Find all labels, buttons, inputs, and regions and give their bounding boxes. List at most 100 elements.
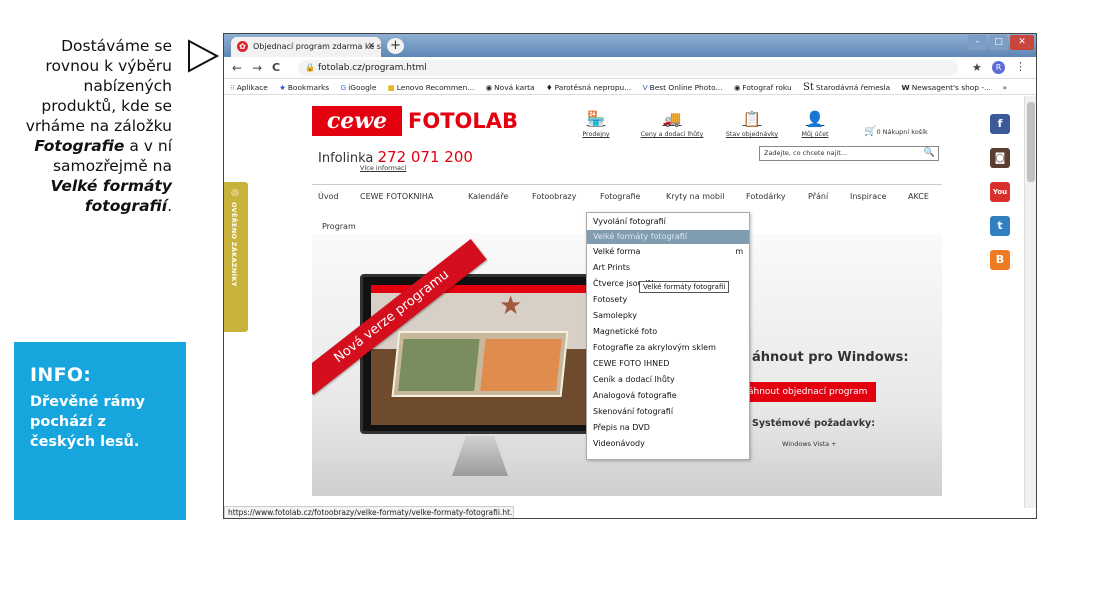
dropdown-item[interactable]: Samolepky	[593, 311, 637, 320]
bookmark-starodavna-remesla[interactable]: St Starodávná řemesla	[803, 82, 890, 93]
download-title: áhnout pro Windows:	[752, 350, 909, 365]
search-icon[interactable]: 🔍	[924, 147, 935, 160]
caption-bold-fotografie: Fotografie	[34, 137, 125, 155]
truck-icon: 🚚	[662, 110, 682, 128]
bookmark-newsagent[interactable]: W Newsagent's shop -...	[902, 83, 992, 92]
dropdown-item[interactable]: Fotosety	[593, 295, 627, 304]
menu-akce[interactable]: AKCE	[908, 192, 929, 201]
tooltip: Velké formáty fotografií	[639, 281, 730, 293]
title-bar: ✿ Objednací program zdarma ke st × + – □…	[224, 34, 1036, 57]
bookmark-bookmarks[interactable]: ★ Bookmarks	[279, 83, 329, 92]
dropdown-item[interactable]: Velké forma m	[593, 247, 743, 256]
menu-kalendare[interactable]: Kalendáře	[468, 192, 508, 201]
folder-icon: ■	[387, 83, 395, 92]
more-bookmarks-icon[interactable]: »	[1002, 83, 1007, 92]
maximize-icon[interactable]: □	[989, 35, 1008, 50]
os-select[interactable]: Windows Vista +	[782, 440, 837, 448]
twitter-icon[interactable]: t	[990, 216, 1010, 236]
minimize-icon[interactable]: –	[968, 35, 987, 50]
reload-icon[interactable]: C	[272, 61, 280, 74]
store-icon: 🏪	[586, 110, 606, 128]
dropdown-item[interactable]: Přepis na DVD	[593, 423, 650, 432]
caption-bold-velke-formaty: Velké formáty fotografií	[50, 177, 172, 215]
apps-grid-icon: ⁝⁝	[230, 83, 235, 92]
forward-icon[interactable]: →	[252, 61, 262, 75]
photobook-image	[391, 331, 569, 397]
menu-cewe-fotokniha[interactable]: CEWE FOTOKNIHA	[360, 192, 433, 201]
new-tab-button[interactable]: +	[387, 38, 404, 54]
dropdown-item[interactable]: Vyvolání fotografií	[593, 217, 666, 226]
bookmark-fotograf-roku[interactable]: ◉ Fotograf roku	[734, 83, 792, 92]
instagram-icon[interactable]: ◙	[990, 148, 1010, 168]
lock-icon: 🔒	[305, 63, 315, 72]
info-text: Dřevěné rámy pochází z českých lesů.	[30, 394, 146, 450]
menu-kryty-na-mobil[interactable]: Kryty na mobil	[666, 192, 724, 201]
menu-fotoobrazy[interactable]: Fotoobrazy	[532, 192, 576, 201]
browser-tab[interactable]: ✿ Objednací program zdarma ke st ×	[231, 37, 381, 57]
link-muj-ucet[interactable]: 👤 Můj účet	[798, 110, 832, 138]
elephant-photo	[398, 339, 480, 391]
tab-close-icon[interactable]: ×	[367, 41, 375, 51]
bookmark-star-icon[interactable]: ★	[972, 61, 982, 74]
search-placeholder: Zadejte, co chcete najít...	[764, 149, 848, 157]
address-bar-row: ← → C 🔒 fotolab.cz/program.html ★ R ⋮	[224, 57, 1036, 79]
dropdown-item[interactable]: Ceník a dodací lhůty	[593, 375, 675, 384]
profile-avatar[interactable]: R	[992, 61, 1005, 74]
link-prodejny[interactable]: 🏪 Prodejny	[576, 110, 616, 138]
bookmark-nova-karta[interactable]: ◉ Nová karta	[486, 83, 535, 92]
verified-by-customers-tab[interactable]: ◎ OVĚŘENO ZÁKAZNÍKY	[224, 182, 248, 332]
children-photo	[480, 339, 562, 391]
user-icon: 👤	[805, 110, 825, 128]
back-icon[interactable]: ←	[232, 61, 242, 75]
site-icon: ♦	[545, 83, 553, 92]
more-info-link[interactable]: Více informací	[360, 164, 406, 172]
vertical-scrollbar[interactable]	[1024, 96, 1036, 508]
menu-inspirace[interactable]: Inspirace	[850, 192, 886, 201]
menu-uvod[interactable]: Úvod	[318, 192, 339, 201]
dropdown-item[interactable]: CEWE FOTO IHNED	[593, 359, 669, 368]
article-caption: Dostáváme se rovnou k výběru nabízených …	[12, 36, 172, 216]
dropdown-item[interactable]: Analogová fotografie	[593, 391, 677, 400]
menu-fotografie[interactable]: Fotografie	[600, 192, 640, 201]
menu-fotodarky[interactable]: Fotodárky	[746, 192, 786, 201]
blogger-icon[interactable]: B	[990, 250, 1010, 270]
cewe-favicon-icon: ✿	[237, 41, 248, 52]
download-program-button[interactable]: áhnout objednací program	[742, 382, 876, 402]
cewe-fotolab-logo[interactable]: cewe FOTOLAB	[312, 106, 518, 136]
dropdown-item-highlighted[interactable]: Velké formáty fotografií	[587, 230, 749, 244]
decor-star-icon: ★	[499, 291, 523, 321]
bookmarks-bar: ⁝⁝ Aplikace ★ Bookmarks GiGoogle ■ Lenovo R…	[224, 79, 1036, 95]
browser-window: ✿ Objednací program zdarma ke st × + – □…	[223, 33, 1037, 519]
dropdown-item[interactable]: Fotografie za akrylovým sklem	[593, 343, 716, 352]
bookmark-apps[interactable]: ⁝⁝ Aplikace	[230, 83, 268, 92]
menu-kebab-icon[interactable]: ⋮	[1015, 60, 1026, 73]
magazine-page: Dostáváme se rovnou k výběru nabízených …	[0, 0, 1097, 590]
bookmark-igoogle[interactable]: GiGoogle	[341, 83, 377, 92]
bookmark-parotesna[interactable]: ♦ Parotěsná nepropu...	[546, 83, 631, 92]
logo-fotolab: FOTOLAB	[408, 109, 519, 133]
info-box: INFO: Dřevěné rámy pochází z českých les…	[14, 342, 186, 520]
status-bar-url: https://www.fotolab.cz/fotoobrazy/velke-…	[224, 506, 514, 518]
facebook-icon[interactable]: f	[990, 114, 1010, 134]
requirements-heading: Systémové požadavky:	[752, 418, 876, 429]
dropdown-item[interactable]: Art Prints	[593, 263, 630, 272]
bookmark-lenovo[interactable]: ■ Lenovo Recommen...	[388, 83, 475, 92]
info-heading: INFO:	[30, 364, 92, 386]
link-stav-objednavky[interactable]: 📋 Stav objednávky	[720, 110, 784, 138]
dropdown-item[interactable]: Skenování fotografií	[593, 407, 673, 416]
youtube-icon[interactable]: You	[990, 182, 1010, 202]
dropdown-item[interactable]: Videonávody	[593, 439, 645, 448]
breadcrumb: Program	[322, 222, 356, 231]
chrome-icon: ◉	[485, 83, 493, 92]
scrollbar-thumb[interactable]	[1027, 102, 1035, 182]
url-field[interactable]: 🔒 fotolab.cz/program.html	[298, 60, 958, 76]
bookmark-best-online-photo[interactable]: V Best Online Photo...	[643, 83, 723, 92]
logo-cewe: cewe	[312, 106, 402, 136]
close-window-icon[interactable]: ✕	[1010, 35, 1034, 50]
link-ceny[interactable]: 🚚 Ceny a dodací lhůty	[632, 110, 712, 138]
cart-link[interactable]: 🛒0 Nákupní košík	[864, 126, 928, 137]
site-search-input[interactable]: Zadejte, co chcete najít... 🔍	[759, 146, 939, 161]
menu-prani[interactable]: Přání	[808, 192, 828, 201]
verified-badge-icon: ◎	[231, 188, 239, 198]
dropdown-item[interactable]: Magnetické foto	[593, 327, 657, 336]
